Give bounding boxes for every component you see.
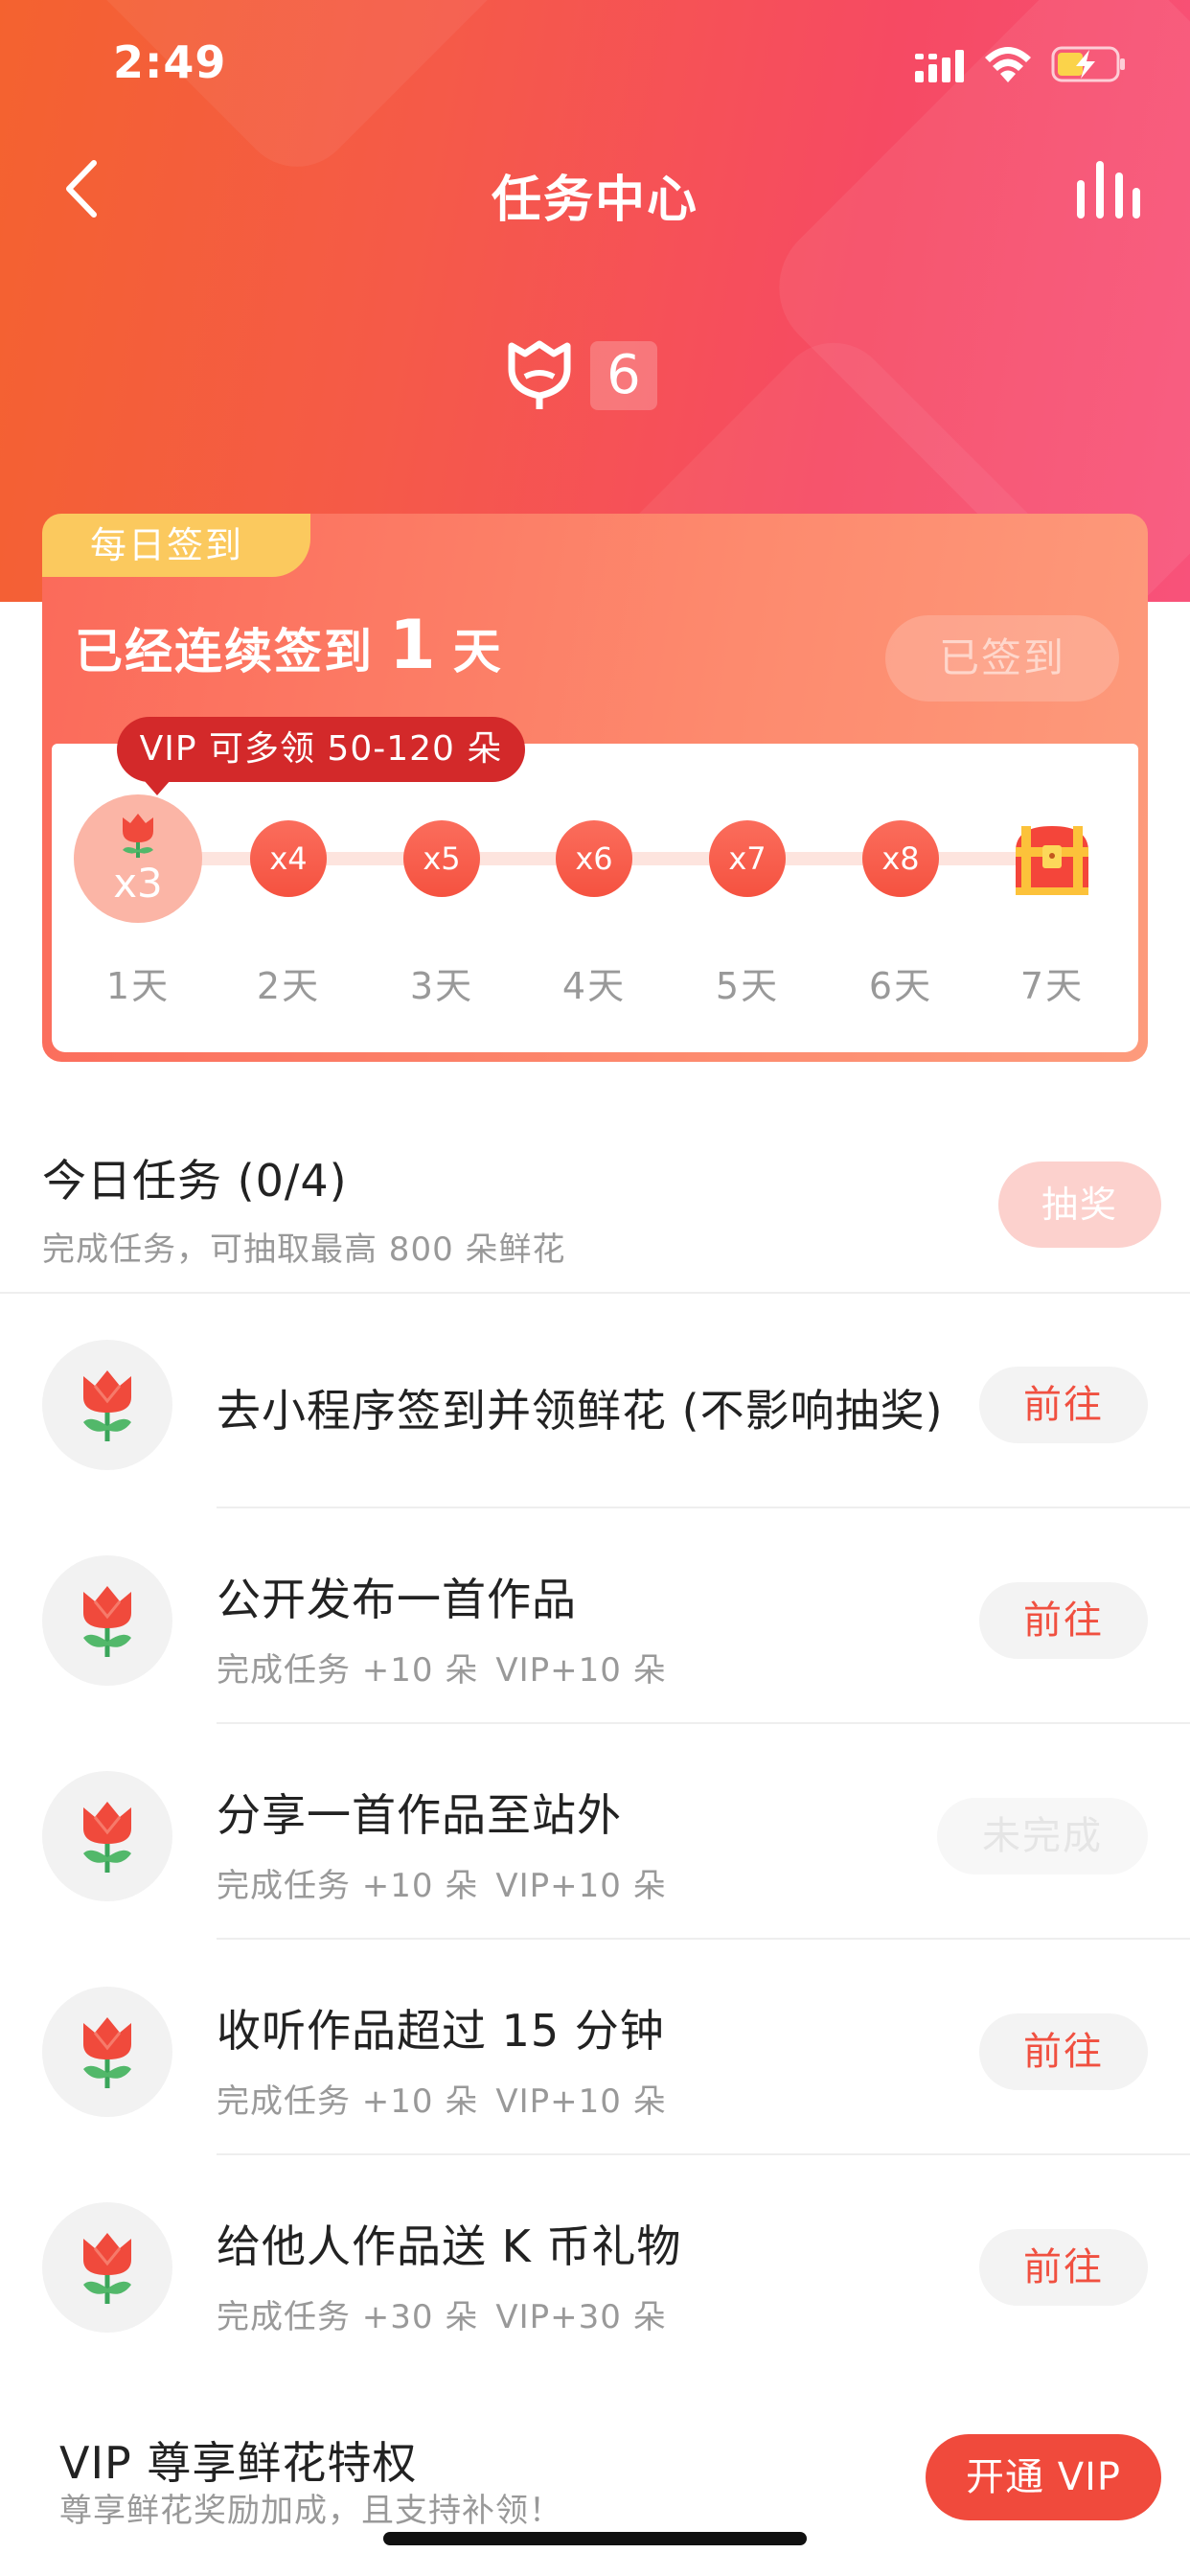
divider (217, 1506, 1190, 1508)
task-go-button[interactable]: 前往 (979, 2229, 1148, 2306)
tulip-icon (83, 2017, 131, 2088)
streak-prefix: 已经连续签到 (75, 624, 374, 679)
task-item: 给他人作品送 K 币礼物 完成任务 +30 朵 VIP+30 朵 前往 (0, 2156, 1190, 2371)
page-title: 任务中心 (491, 172, 698, 229)
streak-suffix: 天 (452, 624, 503, 679)
treasure-chest-icon (1016, 826, 1088, 895)
day-multiplier: x4 (269, 840, 308, 877)
task-avatar (42, 1555, 172, 1686)
task-reward: 完成任务 +10 朵 VIP+10 朵 (217, 1859, 667, 1906)
today-tasks-header: 今日任务 (0/4) 完成任务，可抽取最高 800 朵鲜花 (42, 1146, 566, 1270)
vip-promo-bar: VIP 尊享鲜花特权 尊享鲜花奖励加成，且支持补领！ 开通 VIP (0, 2375, 1190, 2576)
task-go-button[interactable]: 前往 (979, 1367, 1148, 1443)
task-vip-reward: VIP+10 朵 (495, 1651, 667, 1690)
task-vip-reward: VIP+10 朵 (495, 1867, 667, 1905)
day-node-1: x3 (74, 794, 202, 923)
today-tasks-title: 今日任务 (0/4) (42, 1155, 348, 1207)
vip-promo-subtitle: 尊享鲜花奖励加成，且支持补领！ (59, 2492, 562, 2530)
home-indicator[interactable] (383, 2532, 807, 2545)
task-reward-text: 完成任务 +30 朵 (217, 2298, 479, 2336)
flower-icon (508, 340, 571, 409)
task-avatar (42, 1340, 172, 1470)
day-label-3: 3天 (409, 965, 474, 1007)
task-reward: 完成任务 +10 朵 VIP+10 朵 (217, 2075, 667, 2122)
day-label-1: 1天 (105, 965, 171, 1007)
task-name: 去小程序签到并领鲜花 (不影响抽奖) (217, 1385, 944, 1437)
daily-signin-tag: 每日签到 (42, 514, 310, 577)
day-multiplier: x5 (423, 840, 461, 877)
task-name: 收听作品超过 15 分钟 (217, 2005, 665, 2057)
day-node-3: x5 (403, 820, 480, 897)
day-node-4: x6 (556, 820, 632, 897)
task-name: 分享一首作品至站外 (217, 1789, 622, 1841)
signin-streak: 已经连续签到 1 天 (75, 606, 503, 684)
status-time: 2:49 (113, 36, 227, 88)
day-multiplier: x3 (113, 859, 163, 907)
day-label-6: 6天 (868, 965, 933, 1007)
task-name: 公开发布一首作品 (217, 1574, 577, 1625)
vip-bonus-tip: VIP 可多领 50-120 朵 (117, 717, 525, 795)
task-avatar (42, 1987, 172, 2117)
flower-balance: 6 (506, 337, 657, 414)
tulip-icon (83, 2233, 131, 2304)
wifi-icon (985, 47, 1031, 82)
status-bar: 2:49 (0, 0, 1190, 125)
day-multiplier: x8 (881, 840, 920, 877)
lottery-button[interactable]: 抽奖 (998, 1162, 1161, 1248)
task-reward: 完成任务 +30 朵 VIP+30 朵 (217, 2290, 667, 2337)
signed-in-button[interactable]: 已签到 (885, 615, 1119, 702)
day-label-2: 2天 (256, 965, 321, 1007)
task-item: 分享一首作品至站外 完成任务 +10 朵 VIP+10 朵 未完成 (0, 1725, 1190, 1940)
divider (217, 2153, 1190, 2155)
task-reward-text: 完成任务 +10 朵 (217, 1867, 479, 1905)
streak-days: 1 (389, 606, 438, 684)
task-incomplete-button[interactable]: 未完成 (937, 1798, 1148, 1874)
today-tasks-subtitle: 完成任务，可抽取最高 800 朵鲜花 (42, 1230, 566, 1269)
nav-bar: 任务中心 (0, 144, 1190, 240)
day-label-5: 5天 (715, 965, 780, 1007)
tulip-icon (83, 1370, 131, 1441)
day-label-4: 4天 (561, 965, 627, 1007)
task-go-button[interactable]: 前往 (979, 2013, 1148, 2090)
task-item: 去小程序签到并领鲜花 (不影响抽奖) 前往 (0, 1294, 1190, 1508)
day-node-5: x7 (709, 820, 786, 897)
divider (217, 1938, 1190, 1940)
task-reward: 完成任务 +10 朵 VIP+10 朵 (217, 1644, 667, 1690)
task-item: 收听作品超过 15 分钟 完成任务 +10 朵 VIP+10 朵 前往 (0, 1941, 1190, 2155)
day-node-2: x4 (250, 820, 327, 897)
divider (217, 1722, 1190, 1724)
vip-promo-title: VIP 尊享鲜花特权 (59, 2437, 418, 2489)
tulip-icon (83, 1802, 131, 1873)
daily-signin-card: 每日签到 已经连续签到 1 天 已签到 VIP 可多领 50-120 朵 x3 … (42, 514, 1148, 1062)
cellular-signal-icon (915, 50, 964, 82)
task-avatar (42, 1771, 172, 1901)
task-reward-text: 完成任务 +10 朵 (217, 2082, 479, 2121)
task-vip-reward: VIP+10 朵 (495, 2082, 667, 2121)
task-item: 公开发布一首作品 完成任务 +10 朵 VIP+10 朵 前往 (0, 1509, 1190, 1724)
task-vip-reward: VIP+30 朵 (495, 2298, 667, 2336)
task-avatar (42, 2202, 172, 2333)
day-multiplier: x6 (575, 840, 613, 877)
open-vip-button[interactable]: 开通 VIP (926, 2434, 1161, 2520)
task-reward-text: 完成任务 +10 朵 (217, 1651, 479, 1690)
battery-charging-icon (1051, 46, 1125, 82)
ranking-chart-icon[interactable] (1075, 159, 1142, 220)
task-name: 给他人作品送 K 币礼物 (217, 2220, 682, 2272)
day-node-6: x8 (862, 820, 939, 897)
task-go-button[interactable]: 前往 (979, 1582, 1148, 1659)
flower-count: 6 (590, 341, 657, 410)
tulip-icon (83, 1586, 131, 1657)
day-multiplier: x7 (728, 840, 767, 877)
flower-icon (123, 813, 153, 858)
day-label-7: 7天 (1019, 965, 1085, 1007)
